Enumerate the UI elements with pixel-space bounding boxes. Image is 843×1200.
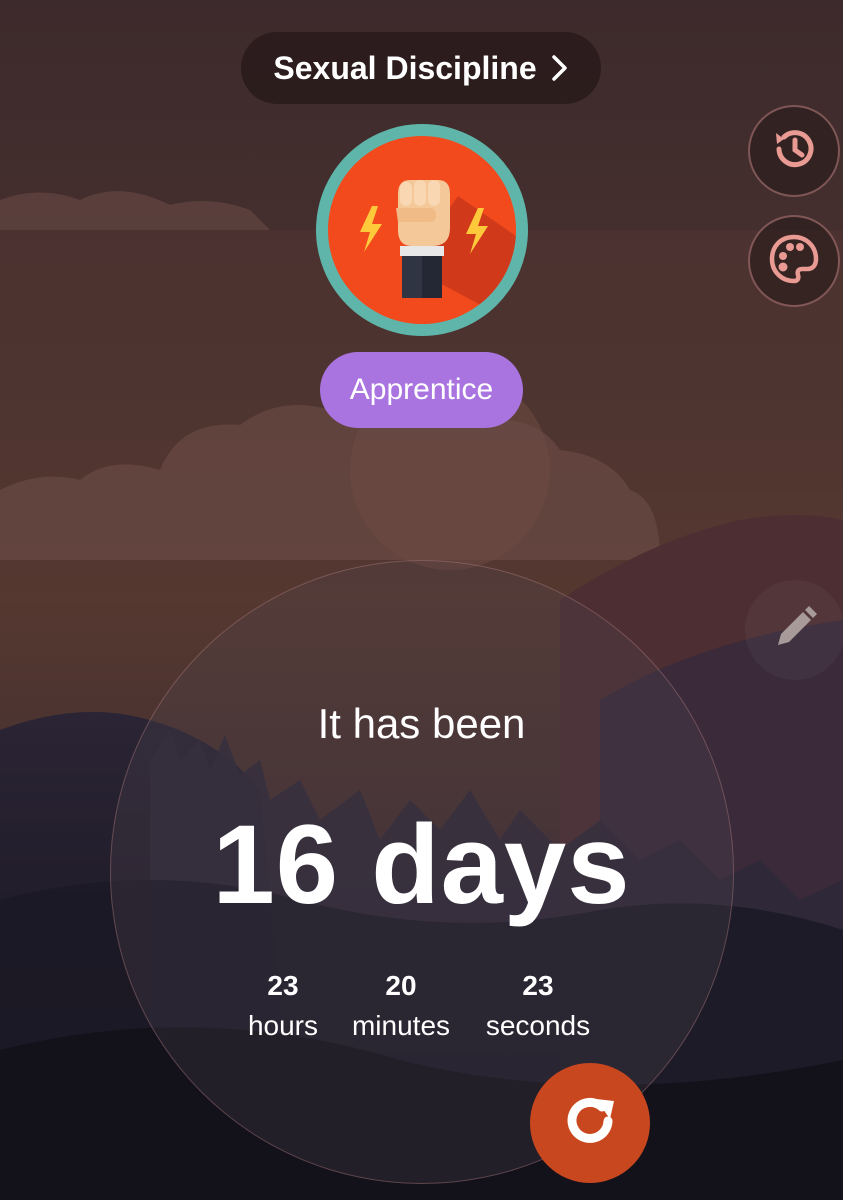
palette-icon bbox=[767, 232, 821, 291]
habit-title: Sexual Discipline bbox=[273, 49, 537, 86]
pencil-icon bbox=[770, 603, 820, 658]
habit-avatar[interactable] bbox=[316, 124, 528, 336]
edit-button[interactable] bbox=[745, 580, 843, 680]
timer-intro: It has been bbox=[317, 700, 526, 747]
timer-days: 16 days bbox=[212, 802, 631, 927]
fist-icon bbox=[360, 180, 516, 324]
rank-label: Apprentice bbox=[349, 373, 494, 406]
reset-button[interactable] bbox=[530, 1063, 650, 1183]
seconds-label: seconds bbox=[485, 1010, 591, 1041]
reset-icon bbox=[558, 1089, 622, 1158]
rank-badge[interactable]: Apprentice bbox=[320, 352, 523, 428]
habit-title-button[interactable]: Sexual Discipline bbox=[241, 32, 601, 104]
timer-seconds: 23 seconds bbox=[448, 966, 628, 1046]
theme-button[interactable] bbox=[748, 215, 840, 307]
chevron-right-icon bbox=[551, 54, 569, 82]
history-icon bbox=[768, 123, 820, 180]
history-button[interactable] bbox=[748, 105, 840, 197]
seconds-value: 23 bbox=[522, 970, 554, 1001]
